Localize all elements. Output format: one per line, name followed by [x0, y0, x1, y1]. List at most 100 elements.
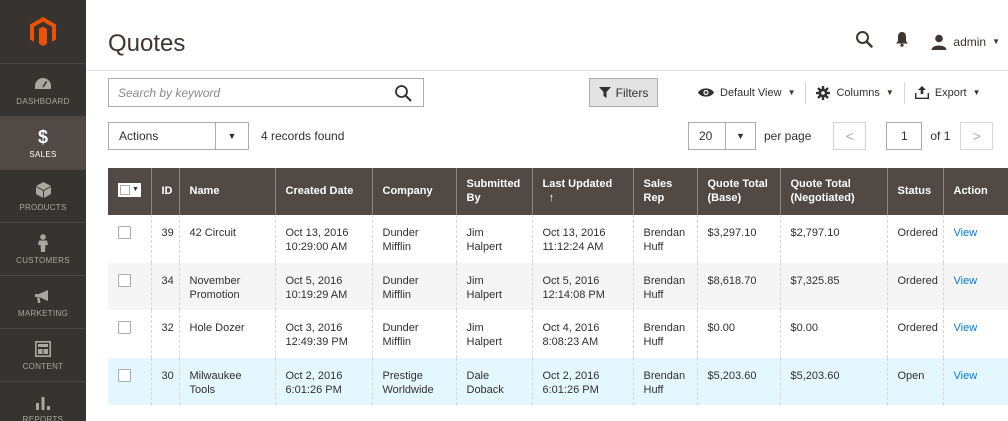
view-link[interactable]: View: [954, 275, 978, 287]
submitted-by-cell: Jim Halpert: [456, 262, 533, 311]
sales-rep-cell: Brendan Huff: [633, 215, 698, 263]
action-cell: View: [943, 262, 1008, 311]
quote-total-negotiated-cell: $2,797.10: [780, 215, 888, 263]
table-row[interactable]: 34 November Promotion Oct 5, 2016 10:19:29…: [108, 262, 1008, 311]
chevron-down-icon: ▼: [787, 88, 796, 97]
gear-icon: [816, 85, 831, 100]
column-header[interactable]: Status: [887, 168, 944, 215]
name-cell: Hole Dozer: [179, 310, 276, 358]
row-checkbox[interactable]: [118, 226, 131, 239]
action-cell: View: [943, 357, 1008, 406]
action-cell: View: [943, 215, 1008, 263]
column-header[interactable]: Quote Total (Base): [697, 168, 781, 215]
global-search-icon[interactable]: [855, 30, 874, 53]
status-cell: Open: [887, 357, 944, 406]
mass-select-header[interactable]: ▼: [108, 168, 152, 215]
records-found: 4 records found: [261, 129, 345, 143]
row-checkbox[interactable]: [118, 273, 131, 287]
export-icon: [914, 86, 929, 99]
last-updated-cell: Oct 13, 2016 11:12:24 AM: [532, 215, 634, 263]
filters-button[interactable]: Filters: [589, 78, 658, 107]
admin-username: admin: [953, 34, 987, 49]
filters-label: Filters: [615, 85, 649, 100]
chevron-down-icon: ▼: [992, 37, 1000, 46]
dollar-icon: $: [37, 126, 48, 147]
row-checkbox[interactable]: [118, 321, 131, 335]
column-header[interactable]: Created Date: [275, 168, 373, 215]
quote-total-base-cell: $8,618.70: [697, 262, 781, 311]
sidebar-item-label: REPORTS: [22, 415, 64, 421]
sidebar-item-content[interactable]: CONTENT: [0, 329, 86, 382]
action-cell: View: [943, 310, 1008, 358]
actions-label: Actions: [119, 129, 159, 143]
sidebar-item-marketing[interactable]: MARKETING: [0, 276, 86, 329]
view-controls: Default View ▼ Columns ▼ Export ▼: [688, 78, 1000, 107]
columns-dropdown[interactable]: Columns ▼: [805, 81, 903, 104]
quote-total-negotiated-cell: $0.00: [780, 310, 888, 358]
view-link[interactable]: View: [954, 322, 978, 334]
mass-select-checkbox[interactable]: ▼: [118, 183, 141, 198]
sidebar-item-products[interactable]: PRODUCTS: [0, 170, 86, 223]
sidebar-item-dashboard[interactable]: DASHBOARD: [0, 64, 86, 117]
quote-total-base-cell: $5,203.60: [697, 357, 781, 406]
default-view-dropdown[interactable]: Default View ▼: [688, 82, 805, 104]
per-page-select[interactable]: 20 ▼: [688, 122, 756, 150]
last-updated-cell: Oct 5, 2016 12:14:08 PM: [532, 262, 634, 311]
content-icon: [35, 339, 51, 359]
column-header-label: Last Updated: [542, 177, 613, 190]
column-header[interactable]: Submitted By: [456, 168, 533, 215]
quote-total-base-cell: $3,297.10: [697, 215, 781, 263]
table-header-row: ▼ ID Name Created Date Company Submitted…: [108, 168, 1008, 215]
company-cell: Dunder Mifflin: [372, 262, 457, 311]
table-row[interactable]: 32 Hole Dozer Oct 3, 2016 12:49:39 PM Dunde…: [108, 310, 1008, 358]
created-date-cell: Oct 2, 2016 6:01:26 PM: [275, 357, 373, 406]
per-page-value: 20: [699, 129, 713, 143]
sidebar-item-reports[interactable]: REPORTS: [0, 382, 86, 421]
created-date-cell: Oct 5, 2016 10:19:29 AM: [275, 262, 373, 311]
column-header[interactable]: Action: [943, 168, 1008, 215]
quotes-grid: ▼ ID Name Created Date Company Submitted…: [108, 168, 1008, 406]
table-row[interactable]: 39 42 Circuit Oct 13, 2016 10:29:00 AM Dund…: [108, 215, 1008, 263]
row-checkbox[interactable]: [118, 368, 131, 382]
column-header[interactable]: Sales Rep: [633, 168, 698, 215]
column-header[interactable]: Quote Total (Negotiated): [780, 168, 888, 215]
notifications-bell-icon[interactable]: [895, 31, 909, 52]
header-divider: [86, 70, 1008, 71]
sales-rep-cell: Brendan Huff: [633, 357, 698, 406]
previous-page-button[interactable]: <: [833, 122, 867, 150]
sidebar-item-label: MARKETING: [17, 309, 69, 318]
id-cell: 30: [151, 357, 180, 406]
id-cell: 34: [151, 262, 180, 311]
row-select-cell: [108, 357, 152, 406]
chevron-down-icon: ▼: [132, 185, 139, 193]
row-select-cell: [108, 262, 152, 311]
column-header[interactable]: ID: [151, 168, 180, 215]
name-cell: Milwaukee Tools: [179, 357, 276, 406]
created-date-cell: Oct 3, 2016 12:49:39 PM: [275, 310, 373, 358]
search-button[interactable]: [383, 79, 423, 106]
next-page-button[interactable]: >: [960, 122, 994, 150]
status-cell: Ordered: [887, 310, 944, 358]
column-header[interactable]: Company: [372, 168, 457, 215]
chevron-down-icon: ▼: [725, 123, 755, 149]
admin-user-menu[interactable]: admin ▼: [931, 34, 1000, 50]
sidebar-item-customers[interactable]: CUSTOMERS: [0, 223, 86, 276]
column-header-sorted[interactable]: Last Updated ↑: [532, 168, 634, 215]
total-pages: of 1: [930, 129, 951, 143]
column-header[interactable]: Name: [179, 168, 276, 215]
magento-logo[interactable]: [0, 0, 86, 64]
view-link[interactable]: View: [954, 227, 978, 239]
current-page-input[interactable]: 1: [886, 122, 923, 150]
magento-logo-icon: [30, 16, 56, 46]
export-dropdown[interactable]: Export ▼: [903, 81, 991, 104]
sales-rep-cell: Brendan Huff: [633, 310, 698, 358]
cube-icon: [35, 180, 51, 200]
chevron-down-icon: ▼: [215, 123, 248, 149]
table-row[interactable]: 30 Milwaukee Tools Oct 2, 2016 6:01:26 PM P…: [108, 357, 1008, 406]
created-date-cell: Oct 13, 2016 10:29:00 AM: [275, 215, 373, 263]
view-link[interactable]: View: [954, 370, 978, 382]
sidebar-item-sales[interactable]: $ SALES: [0, 117, 86, 170]
bar-chart-icon: [35, 392, 51, 412]
mass-actions-dropdown[interactable]: Actions ▼: [108, 122, 249, 150]
search-input[interactable]: [118, 85, 383, 100]
